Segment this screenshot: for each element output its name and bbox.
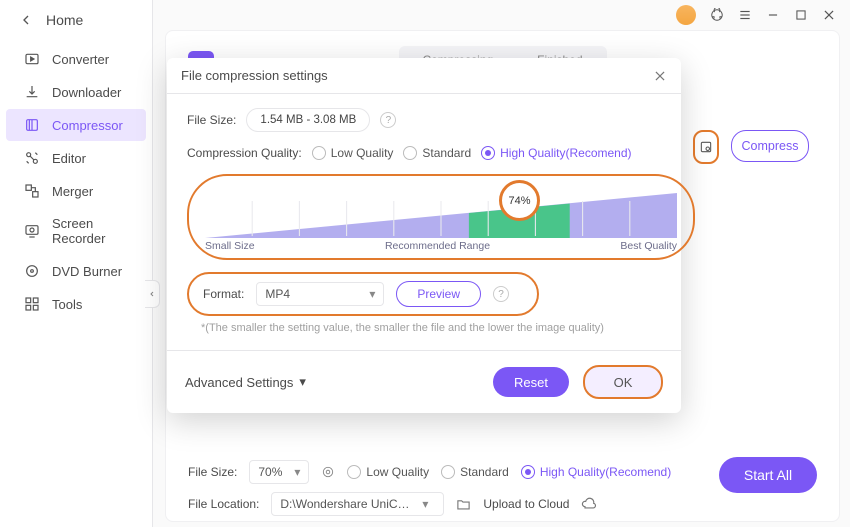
help-icon[interactable]: ? xyxy=(380,112,396,128)
file-size-value: 70% xyxy=(258,465,282,479)
compress-button[interactable]: Compress xyxy=(731,130,809,162)
radio-label: Low Quality xyxy=(331,146,394,160)
quality-slider[interactable]: 74% xyxy=(205,186,677,238)
dvd-burner-icon xyxy=(24,263,40,279)
sidebar-item-tools[interactable]: Tools xyxy=(6,288,146,320)
sidebar-item-converter[interactable]: Converter xyxy=(6,43,146,75)
downloader-icon xyxy=(24,84,40,100)
chevron-down-icon: ▾ xyxy=(294,465,300,479)
reset-button[interactable]: Reset xyxy=(493,367,569,397)
chevron-down-icon: ▾ xyxy=(299,374,306,390)
compression-settings-modal: File compression settings File Size: 1.5… xyxy=(167,58,681,413)
home-label: Home xyxy=(46,12,83,28)
sidebar-item-label: Downloader xyxy=(52,85,121,100)
file-location-value: D:\Wondershare UniConverter 1 xyxy=(280,497,410,511)
converter-icon xyxy=(24,51,40,67)
radio-label: High Quality(Recomend) xyxy=(500,146,631,160)
modal-footer: Advanced Settings ▾ Reset OK xyxy=(167,350,681,413)
file-size-label: File Size: xyxy=(188,465,237,479)
screen-recorder-icon xyxy=(24,223,40,239)
sidebar-item-dvd-burner[interactable]: DVD Burner xyxy=(6,255,146,287)
modal-header: File compression settings xyxy=(167,58,681,94)
home-link[interactable]: Home xyxy=(0,0,152,42)
upload-to-cloud-label: Upload to Cloud xyxy=(483,497,569,511)
window-close-icon[interactable] xyxy=(822,8,836,22)
ok-button[interactable]: OK xyxy=(583,365,663,399)
cloud-icon[interactable] xyxy=(581,496,597,512)
folder-icon[interactable] xyxy=(456,497,471,512)
merger-icon xyxy=(24,183,40,199)
slider-best-label: Best Quality xyxy=(620,240,677,252)
file-size-select[interactable]: 70% ▾ xyxy=(249,460,309,484)
radio-high-quality[interactable]: High Quality(Recomend) xyxy=(521,465,671,479)
menu-icon[interactable] xyxy=(738,8,752,22)
file-size-field[interactable]: 1.54 MB - 3.08 MB xyxy=(246,108,370,132)
slider-handle[interactable]: 74% xyxy=(499,180,540,221)
sidebar-item-label: Merger xyxy=(52,184,93,199)
file-size-value: 1.54 MB - 3.08 MB xyxy=(260,114,356,126)
modal-radio-low[interactable]: Low Quality xyxy=(312,146,394,160)
window-maximize-icon[interactable] xyxy=(794,8,808,22)
sidebar-item-label: Editor xyxy=(52,151,86,166)
file-location-select[interactable]: D:\Wondershare UniConverter 1 ▾ xyxy=(271,492,444,516)
radio-standard[interactable]: Standard xyxy=(441,465,509,479)
chevron-left-icon xyxy=(148,289,156,299)
modal-title: File compression settings xyxy=(181,68,328,83)
format-row: Format: MP4 ▾ Preview ? xyxy=(187,272,539,316)
radio-low-quality[interactable]: Low Quality xyxy=(347,465,429,479)
sidebar-item-label: Converter xyxy=(52,52,109,67)
window-minimize-icon[interactable] xyxy=(766,8,780,22)
sidebar-item-label: Screen Recorder xyxy=(52,216,134,246)
modal-radio-standard[interactable]: Standard xyxy=(403,146,471,160)
slider-track-icon xyxy=(205,193,677,238)
slider-value: 74% xyxy=(508,195,530,207)
adjust-icon xyxy=(699,140,713,154)
compressor-icon xyxy=(24,117,40,133)
close-icon[interactable] xyxy=(653,69,667,83)
chevron-down-icon: ▾ xyxy=(422,497,428,511)
support-icon[interactable] xyxy=(710,8,724,22)
sidebar-item-label: Tools xyxy=(52,297,82,312)
advanced-label: Advanced Settings xyxy=(185,375,293,390)
sidebar-item-downloader[interactable]: Downloader xyxy=(6,76,146,108)
radio-label: Standard xyxy=(422,146,471,160)
sidebar-item-label: DVD Burner xyxy=(52,264,122,279)
modal-radio-high[interactable]: High Quality(Recomend) xyxy=(481,146,631,160)
tools-icon xyxy=(24,296,40,312)
quality-label: Compression Quality: xyxy=(187,146,302,160)
advanced-settings-toggle[interactable]: Advanced Settings ▾ xyxy=(185,374,306,390)
radio-label: Low Quality xyxy=(366,465,429,479)
modal-file-size-label: File Size: xyxy=(187,113,236,127)
help-icon[interactable]: ? xyxy=(493,286,509,302)
start-all-button[interactable]: Start All xyxy=(719,457,817,493)
slider-small-label: Small Size xyxy=(205,240,255,252)
format-label: Format: xyxy=(203,287,244,301)
chevron-down-icon: ▾ xyxy=(369,287,375,301)
preview-button[interactable]: Preview xyxy=(396,281,481,307)
sidebar-item-merger[interactable]: Merger xyxy=(6,175,146,207)
format-value: MP4 xyxy=(265,287,290,301)
sidebar-item-label: Compressor xyxy=(52,118,123,133)
sidebar-collapse-button[interactable] xyxy=(145,280,160,308)
slider-rec-label: Recommended Range xyxy=(385,240,490,252)
sidebar-item-compressor[interactable]: Compressor xyxy=(6,109,146,141)
radio-label: Standard xyxy=(460,465,509,479)
sidebar: Home Converter Downloader Compressor Edi… xyxy=(0,0,153,527)
bottom-bar: File Size: 70% ▾ Low Quality Standard Hi… xyxy=(188,460,817,510)
hint-text: *(The smaller the setting value, the sma… xyxy=(201,322,661,334)
chevron-left-icon xyxy=(18,12,34,28)
radio-label: High Quality(Recomend) xyxy=(540,465,671,479)
item-settings-button[interactable] xyxy=(693,130,719,164)
target-icon[interactable] xyxy=(321,465,335,479)
format-select[interactable]: MP4 ▾ xyxy=(256,282,384,306)
file-location-label: File Location: xyxy=(188,497,259,511)
sidebar-item-editor[interactable]: Editor xyxy=(6,142,146,174)
user-avatar[interactable] xyxy=(676,5,696,25)
sidebar-item-screen-recorder[interactable]: Screen Recorder xyxy=(6,208,146,254)
quality-slider-card: 74% Small Size Recommended Range Best Qu… xyxy=(187,174,695,260)
editor-icon xyxy=(24,150,40,166)
